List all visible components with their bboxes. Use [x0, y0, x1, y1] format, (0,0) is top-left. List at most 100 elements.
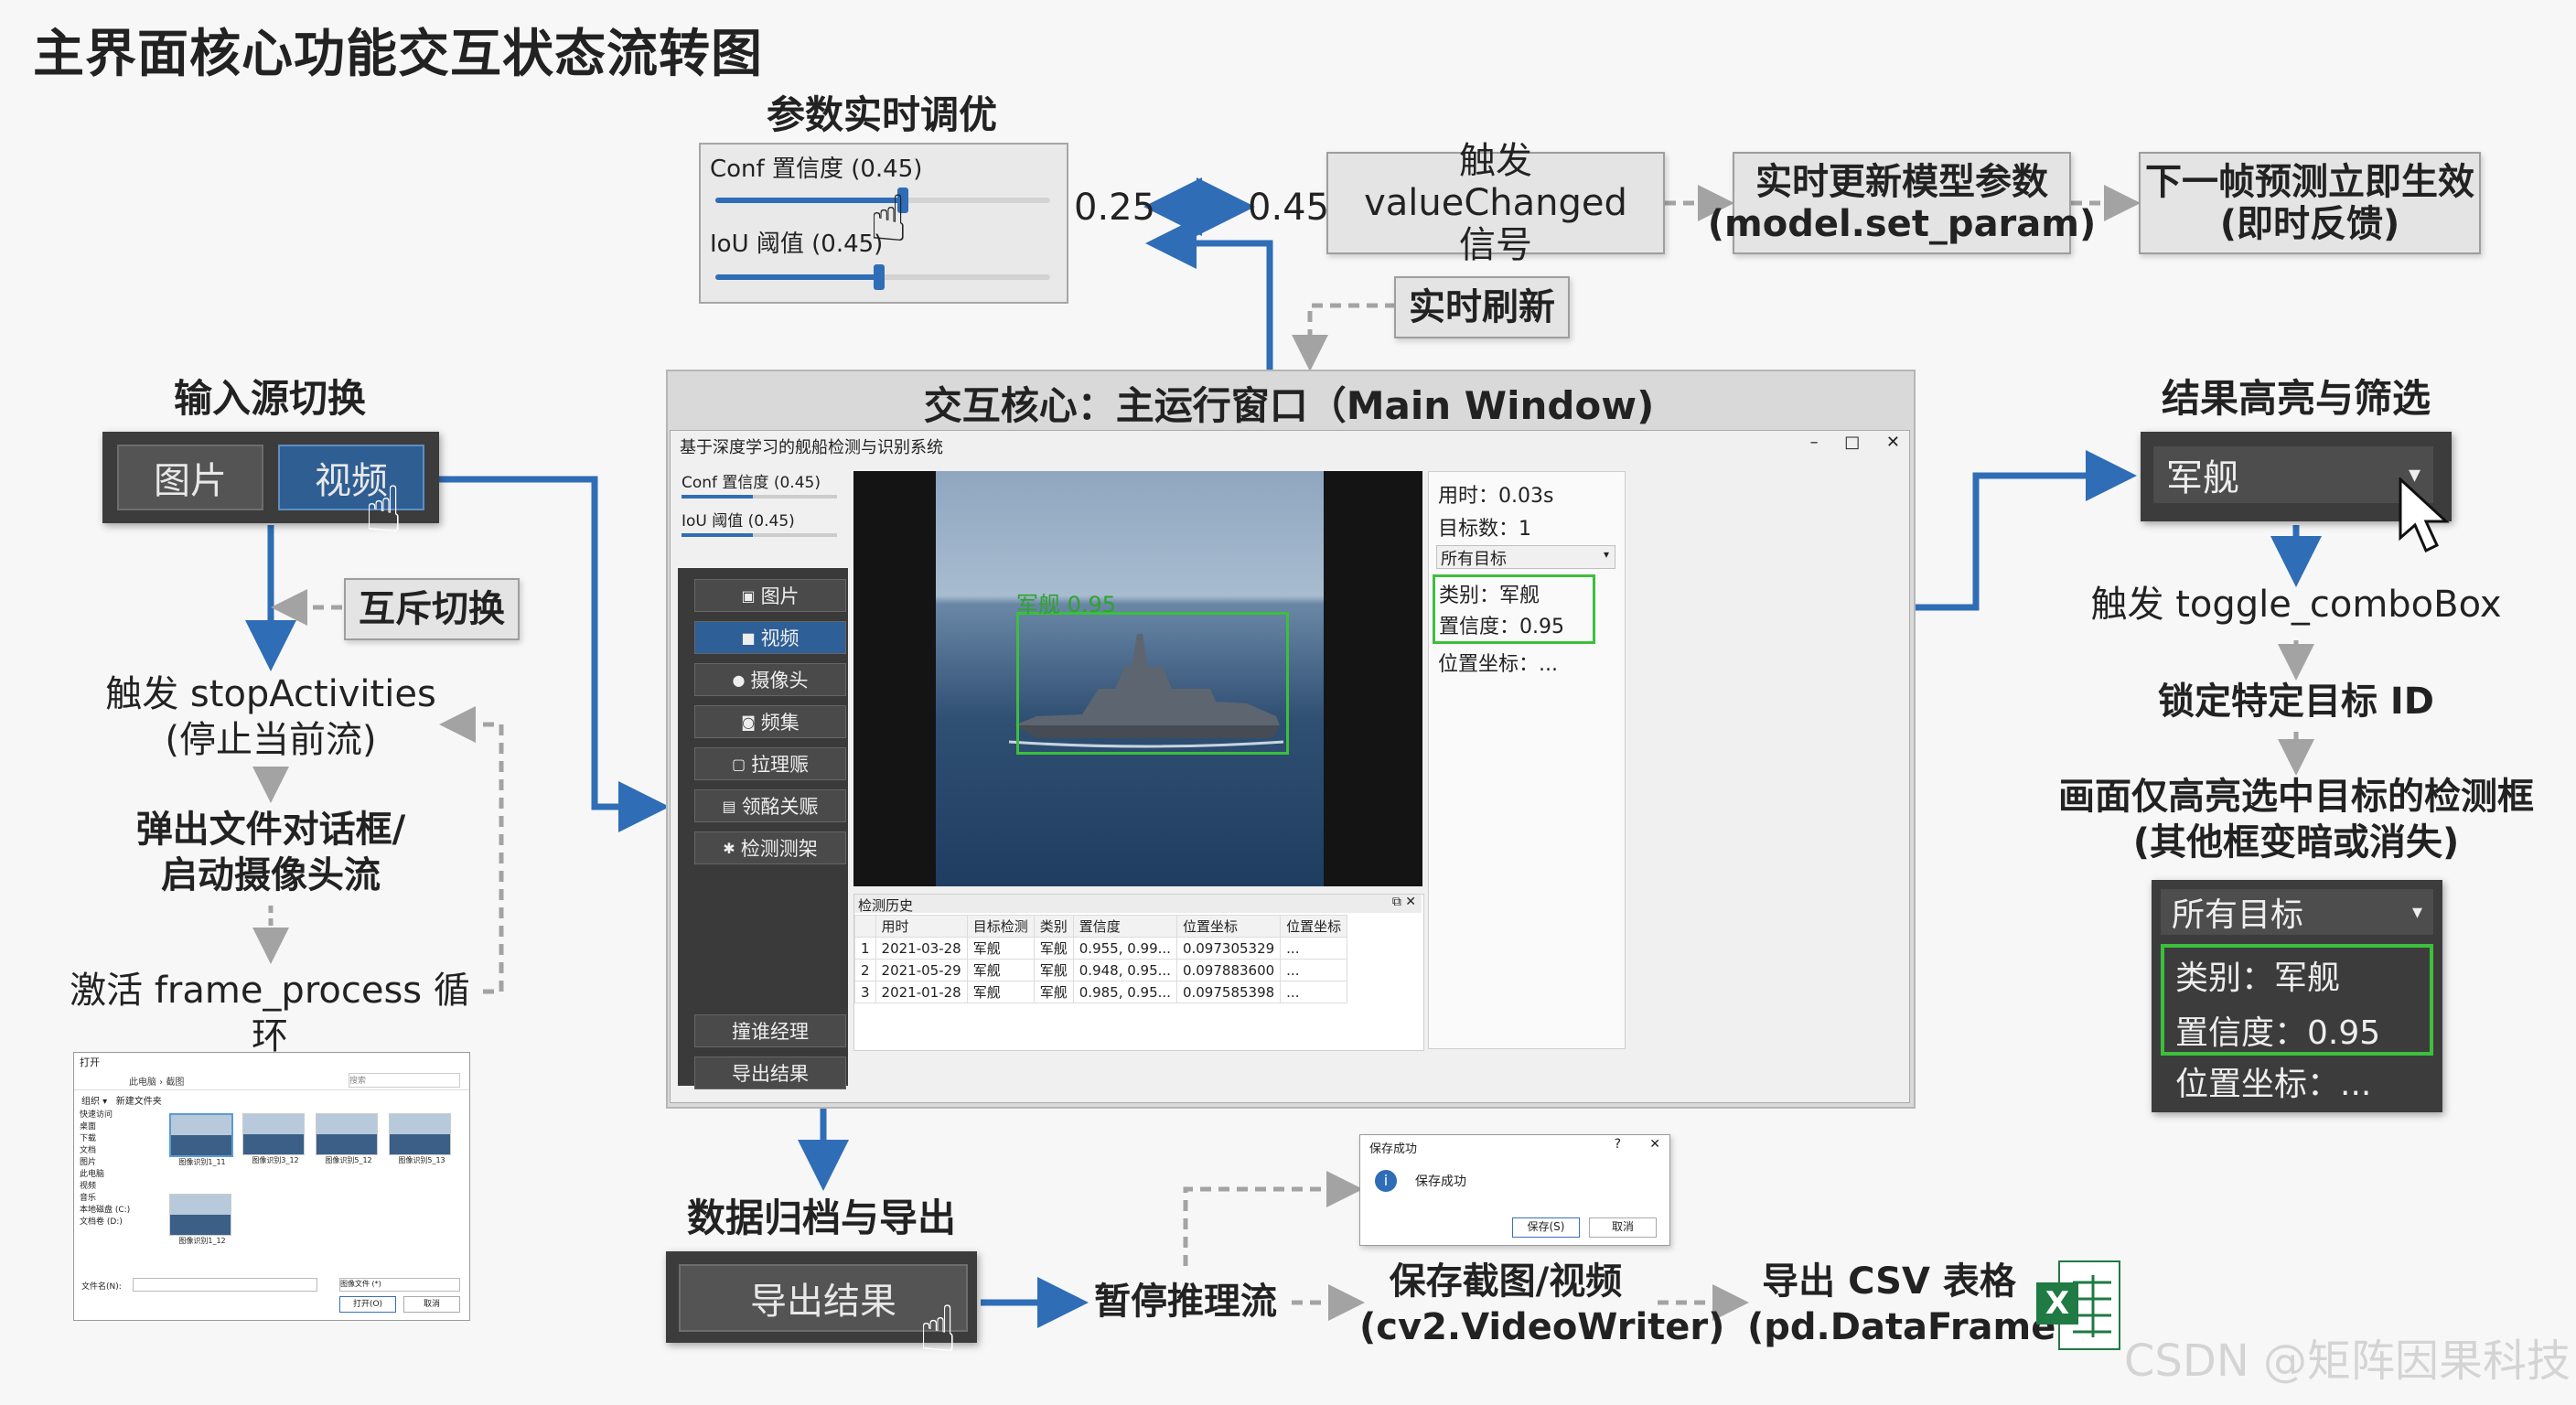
info-panel: 用时：0.03s 目标数：1 所有目标 ▾ 类别：军舰 置信度：0.95 位置坐… [1428, 471, 1626, 1049]
file-thumbnail[interactable]: 图像识别3_12 [242, 1113, 308, 1165]
nav-item-6[interactable]: ✱ 检测测架 [694, 831, 846, 864]
file-thumbnail[interactable]: 图像识别1_12 [169, 1194, 235, 1246]
conf-slider-label: Conf 置信度 (0.45) [710, 156, 923, 183]
cancel-file-button[interactable]: 取消 [403, 1296, 460, 1313]
lock-target-text: 锁定特定目标 ID [2157, 681, 2434, 723]
save-success-dialog: 保存成功 ? ✕ i 保存成功 保存(S) 取消 [1359, 1134, 1670, 1246]
tree-item[interactable]: 此电脑 [80, 1169, 162, 1181]
column-header [854, 915, 876, 938]
maximize-button[interactable]: □ [1844, 433, 1860, 452]
file-thumbnail[interactable]: 图像识别1_11 [169, 1113, 235, 1167]
sea-image: 军舰 0.95 [936, 471, 1324, 886]
filter-combobox[interactable]: 军舰 ▾ [2153, 446, 2433, 503]
nav-item-0[interactable]: ▣ 图片 [694, 579, 846, 612]
tree-item[interactable]: 视频 [80, 1181, 162, 1193]
tree-item[interactable]: 快速访问 [80, 1110, 162, 1121]
new-folder-button[interactable]: 新建文件夹 [116, 1097, 162, 1107]
result-class-text: 类别：军舰 [2175, 960, 2341, 997]
table-cell: 2021-05-29 [875, 959, 968, 981]
target-filter-select[interactable]: 所有目标 ▾ [1436, 545, 1615, 569]
result-conf-text: 置信度：0.95 [2175, 1014, 2381, 1052]
table-row[interactable]: 1 2021-03-28 军舰 军舰 0.955, 0.99... 0.097305329… [854, 937, 1348, 960]
pos-text: 位置坐标：... [1438, 653, 1558, 676]
video-display: 军舰 0.95 [853, 471, 1422, 886]
target-filter-value: 所有目标 [1441, 550, 1507, 569]
column-header: 位置坐标 [1280, 915, 1348, 938]
mutex-label-box: 互斥切换 [344, 578, 520, 640]
table-cell: 0.985, 0.95... [1072, 981, 1177, 1003]
table-cell: 0.948, 0.95... [1072, 959, 1177, 981]
tree-item[interactable]: 桌面 [80, 1121, 162, 1133]
iou-slider-knob[interactable] [874, 264, 885, 290]
column-header: 目标检测 [966, 915, 1035, 938]
nav-item-2[interactable]: ● 摄像头 [694, 663, 846, 696]
nav-item-5[interactable]: ▤ 领酩关赈 [694, 789, 846, 822]
ship-thumbnail-image [169, 1194, 231, 1236]
tree-item[interactable]: 文档卷 (D:) [80, 1217, 162, 1228]
filename-input[interactable] [133, 1278, 317, 1292]
file-dialog-title: 打开 [80, 1056, 100, 1068]
nav-item-1[interactable]: ■ 视频 [694, 621, 846, 654]
result-pos-text: 位置坐标：... [2175, 1066, 2372, 1103]
table-header-row: 用时 目标检测 类别 置信度 位置坐标 位置坐标 [854, 915, 1348, 938]
manage-nav-button[interactable]: 撞谁经理 [694, 1014, 846, 1047]
detection-label: 军舰 0.95 [1016, 592, 1117, 617]
video-icon: ■ [741, 628, 756, 647]
close-icon[interactable]: ⧉ ✕ [1392, 895, 1416, 909]
table-cell: 军舰 [966, 959, 1035, 981]
nav-item-label: 拉理赈 [751, 754, 810, 776]
column-header: 类别 [1033, 915, 1074, 938]
nav-item-3[interactable]: ◙ 频集 [694, 705, 846, 738]
file-thumbnail[interactable]: 图像识别5_12 [316, 1113, 381, 1165]
close-icon[interactable]: ✕ [1649, 1137, 1660, 1152]
file-dialog-toolbar: 组织 ▾ 新建文件夹 [81, 1093, 162, 1107]
tree-item[interactable]: 图片 [80, 1157, 162, 1169]
file-thumbnail[interactable]: 图像识别5_13 [389, 1113, 455, 1165]
dialog-save-button[interactable]: 保存(S) [1512, 1217, 1580, 1238]
column-header: 位置坐标 [1175, 915, 1282, 938]
minimize-button[interactable]: – [1810, 433, 1819, 452]
close-button[interactable]: ✕ [1886, 433, 1900, 452]
nav-item-label: 摄像头 [750, 670, 809, 692]
info-icon: i [1375, 1170, 1397, 1192]
frames-icon: ◙ [741, 713, 756, 731]
result-filter-combobox[interactable]: 所有目标 ▾ [2161, 889, 2433, 935]
dialog-cancel-button[interactable]: 取消 [1589, 1217, 1657, 1238]
mini-conf-label: Conf 置信度 (0.45) [682, 474, 821, 492]
save-video-text: 保存截图/视频 (cv2.VideoWriter) [1359, 1260, 1725, 1348]
arrow-cursor-icon [2399, 477, 2450, 553]
pause-inference-text: 暂停推理流 [1094, 1281, 1277, 1323]
tree-item[interactable]: 下载 [80, 1133, 162, 1145]
table-row[interactable]: 2 2021-05-29 军舰 军舰 0.948, 0.95... 0.097883600… [854, 959, 1348, 981]
dialog-message: 保存成功 [1415, 1174, 1466, 1189]
export-nav-button[interactable]: 导出结果 [694, 1056, 846, 1089]
organize-button[interactable]: 组织 ▾ [81, 1097, 107, 1107]
image-source-button[interactable]: 图片 [117, 445, 263, 510]
file-name: 图像识别1_12 [178, 1237, 226, 1245]
nav-item-label: 视频 [760, 627, 800, 649]
file-dialog-addressbar: 此电脑 › 截图 搜索 [74, 1071, 469, 1090]
file-dialog-search[interactable]: 搜索 [349, 1073, 460, 1088]
hand-cursor-icon: ☝ [364, 472, 403, 547]
mini-iou-fill [682, 533, 753, 537]
tree-item[interactable]: 文档 [80, 1145, 162, 1157]
table-cell: 0.097305329 [1175, 937, 1282, 960]
file-open-dialog: 打开 此电脑 › 截图 搜索 组织 ▾ 新建文件夹 快速访问 桌面 下载 文档 图片 此电… [73, 1052, 470, 1321]
detection-box [1016, 612, 1289, 755]
tree-item[interactable]: 本地磁盘 (C:) [80, 1205, 162, 1217]
conf-text: 置信度：0.95 [1439, 616, 1564, 638]
open-file-button[interactable]: 打开(O) [339, 1296, 396, 1313]
refresh-arrow [1292, 303, 1396, 371]
iou-slider-fill [715, 274, 879, 280]
table-row[interactable]: 3 2021-01-28 军舰 军舰 0.985, 0.95... 0.097585398… [854, 981, 1348, 1003]
next-frame-box: 下一帧预测立即生效 (即时反馈) [2139, 152, 2481, 254]
filetype-select[interactable]: 图像文件 (*) [339, 1278, 460, 1292]
nav-item-4[interactable]: ▢ 拉理赈 [694, 747, 846, 780]
highlight-only-text: 画面仅高亮选中目标的检测框 (其他框变暗或消失) [2058, 776, 2534, 863]
export-csv-text: 导出 CSV 表格 (pd.DataFrame) [1747, 1260, 2073, 1348]
chevron-down-icon: ▾ [1603, 548, 1609, 561]
update-param-box: 实时更新模型参数 (model.set_param) [1708, 152, 2096, 254]
help-icon[interactable]: ? [1615, 1137, 1621, 1152]
camera-icon: ● [732, 670, 746, 689]
tree-item[interactable]: 音乐 [80, 1193, 162, 1205]
